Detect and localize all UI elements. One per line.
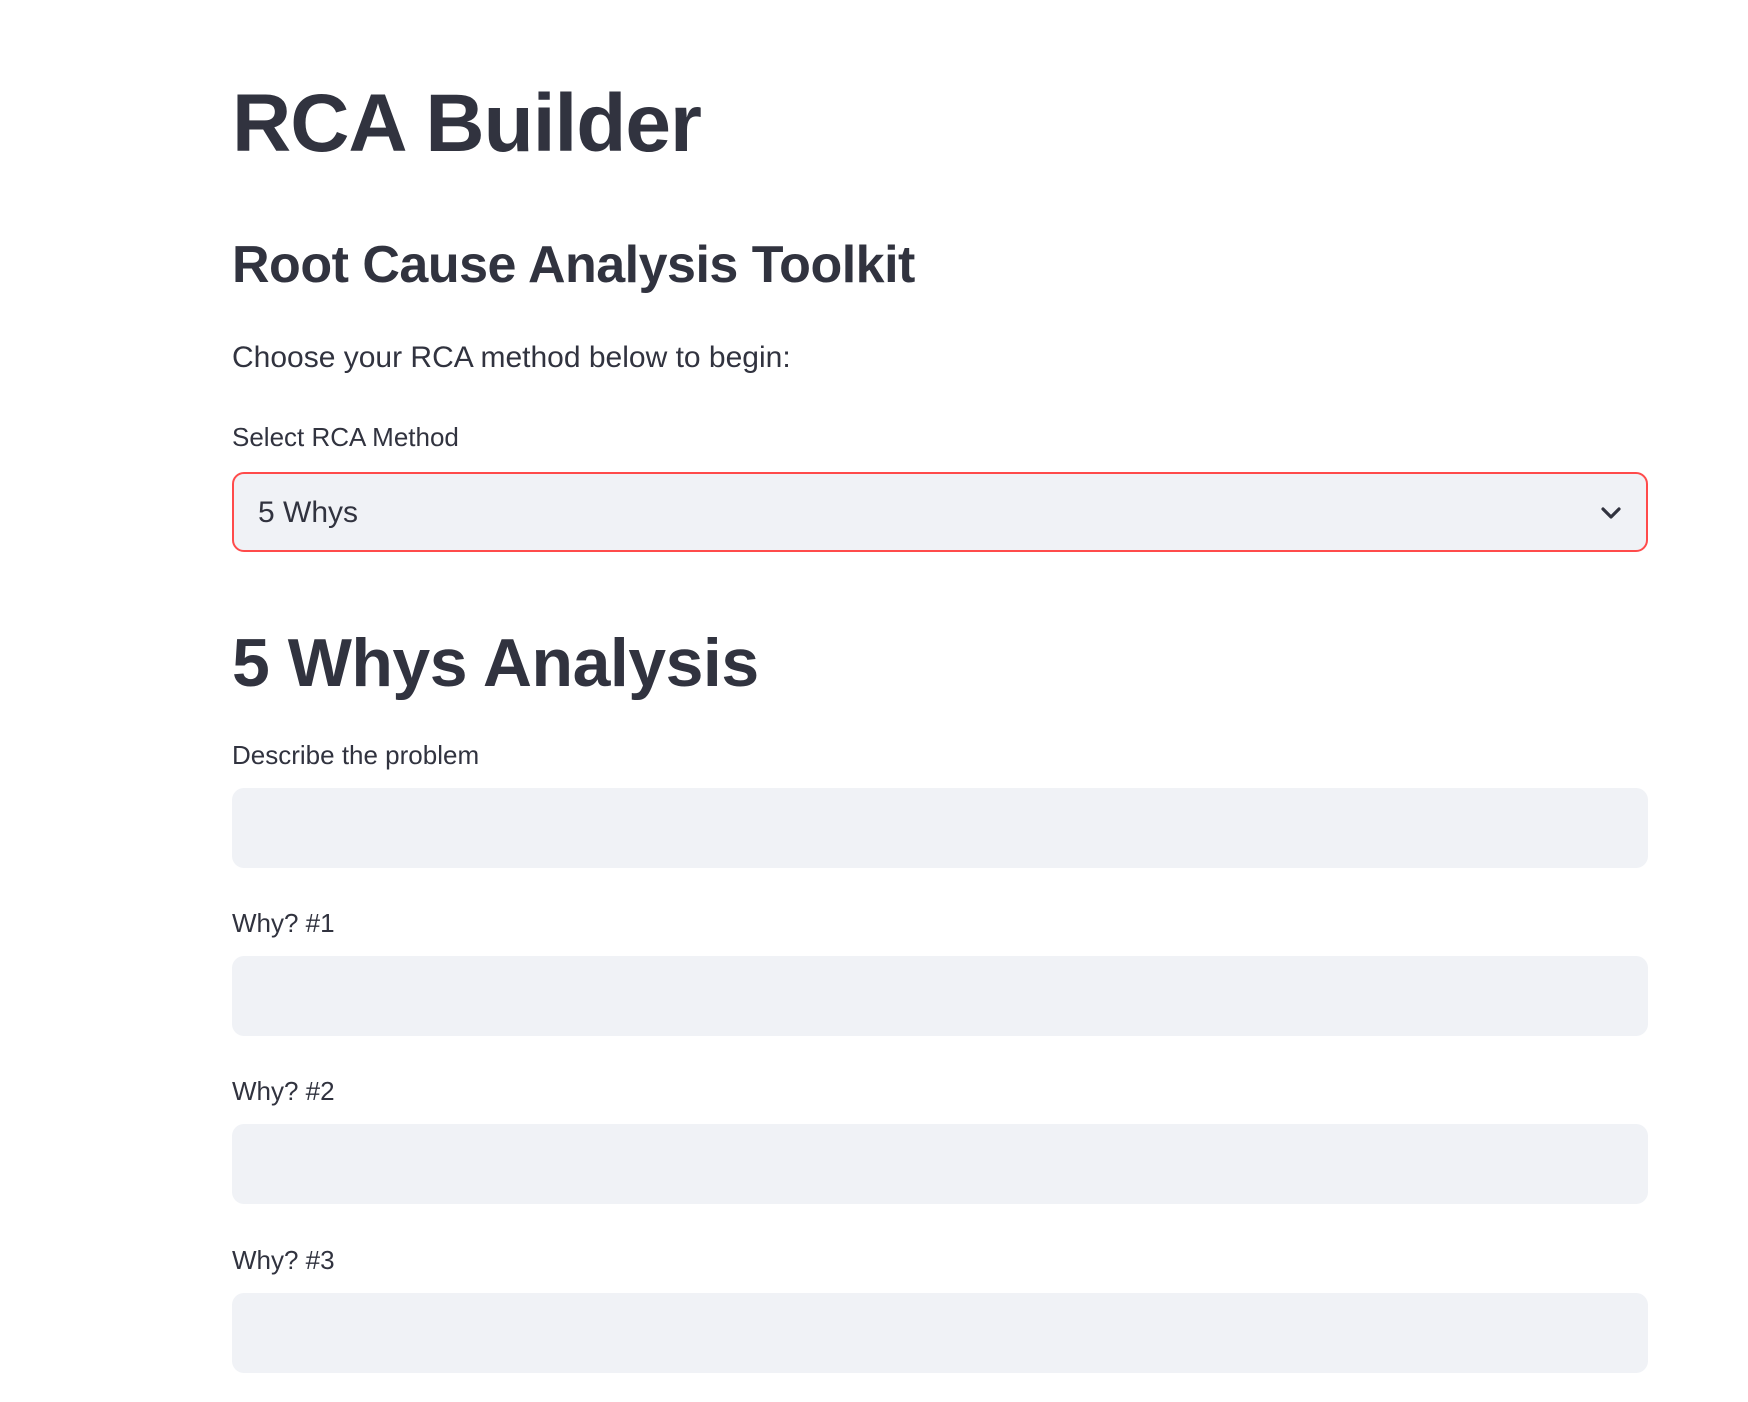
chevron-down-icon[interactable] <box>1598 500 1624 526</box>
rca-method-select[interactable]: 5 Whys <box>232 472 1648 552</box>
problem-field-label: Describe the problem <box>232 740 480 770</box>
method-select-label: Select RCA Method <box>232 422 459 452</box>
why-2-label: Why? #2 <box>232 1076 335 1106</box>
intro-text: Choose your RCA method below to begin: <box>232 341 791 374</box>
page-subtitle: Root Cause Analysis Toolkit <box>232 236 915 294</box>
page-title: RCA Builder <box>232 78 702 169</box>
problem-input[interactable] <box>232 788 1648 868</box>
analysis-title: 5 Whys Analysis <box>232 625 759 701</box>
rca-method-selected-value: 5 Whys <box>258 496 359 529</box>
why-3-input[interactable] <box>232 1293 1648 1373</box>
why-1-input[interactable] <box>232 956 1648 1036</box>
why-3-label: Why? #3 <box>232 1245 335 1275</box>
why-2-input[interactable] <box>232 1124 1648 1204</box>
why-1-label: Why? #1 <box>232 908 335 938</box>
